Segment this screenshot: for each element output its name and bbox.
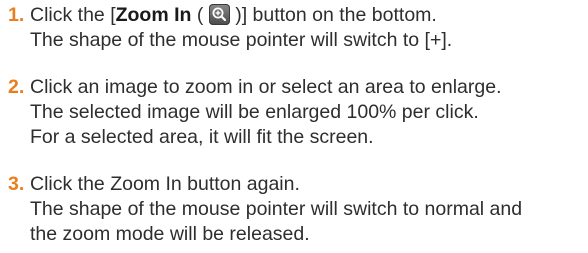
step-2-line-2: The selected image will be enlarged 100%…: [30, 101, 479, 123]
zoom-in-icon: [208, 4, 230, 25]
step-2-line-1: Click an image to zoom in or select an a…: [30, 76, 502, 98]
step-3-line-1: Click the Zoom In button again.: [30, 173, 300, 195]
zoom-in-label: Zoom In: [115, 4, 192, 26]
step-number: 3.: [8, 173, 25, 195]
step-3: 3. Click the Zoom In button again. The s…: [0, 172, 588, 247]
step-1-text-open: (: [191, 4, 209, 26]
step-1-text-suffix: )] button on the bottom.: [229, 4, 437, 26]
step-2-line-3: For a selected area, it will fit the scr…: [30, 126, 374, 148]
step-2: 2. Click an image to zoom in or select a…: [0, 75, 588, 150]
step-1-line-2: The shape of the mouse pointer will swit…: [30, 29, 453, 51]
step-1: 1. Click the [Zoom In ( )] button on the…: [0, 3, 588, 53]
step-1-line-1: Click the [Zoom In ( )] button on the bo…: [30, 3, 588, 28]
step-number: 2.: [8, 76, 25, 98]
step-3-line-2: The shape of the mouse pointer will swit…: [30, 198, 523, 220]
step-3-line-3: the zoom mode will be released.: [30, 223, 310, 245]
step-1-text-prefix: Click the [: [30, 4, 116, 26]
step-number: 1.: [8, 4, 25, 26]
